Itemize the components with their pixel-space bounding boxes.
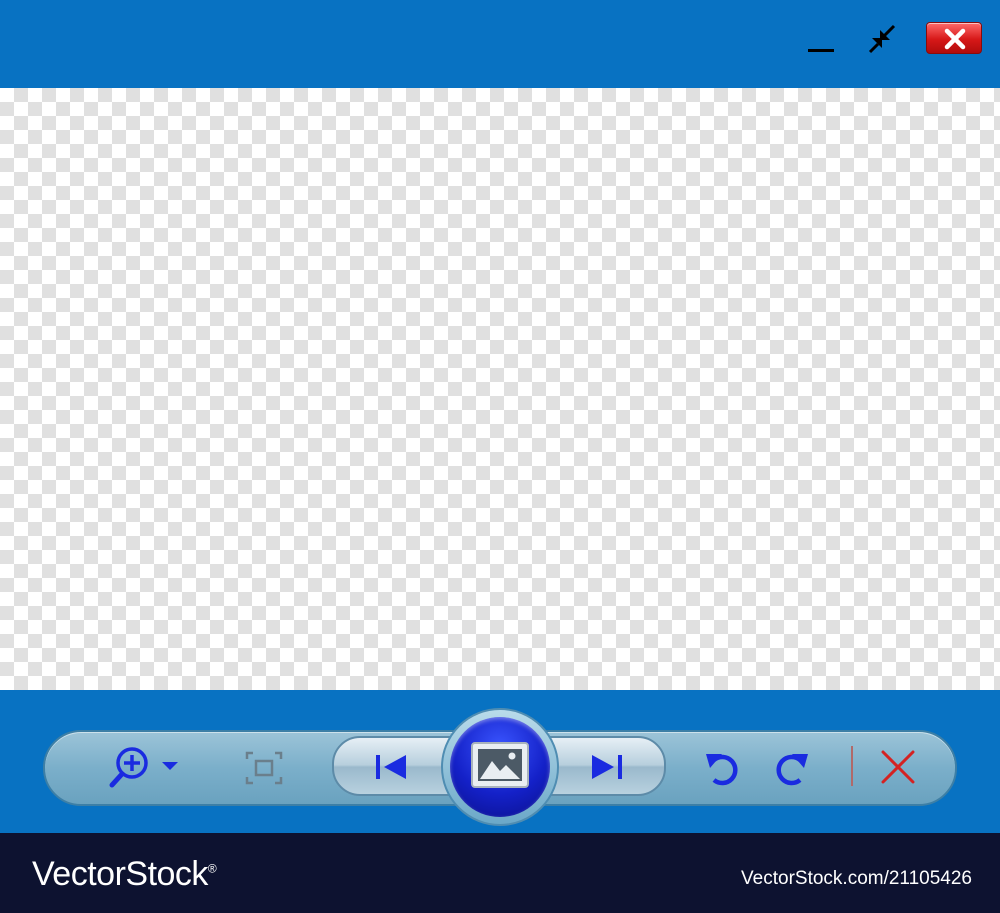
fit-to-window-button[interactable] xyxy=(244,750,284,786)
rotate-left-button[interactable] xyxy=(704,746,744,788)
minimize-button[interactable] xyxy=(804,32,838,56)
close-icon xyxy=(944,28,966,50)
brand-name: VectorStock xyxy=(32,855,208,893)
delete-x-icon xyxy=(881,750,915,784)
image-id-text: VectorStock.com/21105426 xyxy=(741,868,972,889)
delete-button[interactable] xyxy=(878,748,918,786)
fit-frame-icon xyxy=(245,751,283,785)
toolbar-divider xyxy=(851,746,853,786)
image-canvas[interactable] xyxy=(0,88,1000,690)
skip-previous-icon xyxy=(376,755,406,779)
rotate-right-button[interactable] xyxy=(770,746,810,788)
rotate-clockwise-icon xyxy=(776,754,808,786)
restore-button[interactable] xyxy=(862,22,902,56)
slideshow-button[interactable] xyxy=(450,717,550,817)
zoom-in-button[interactable] xyxy=(108,745,186,791)
chevron-down-icon xyxy=(162,762,178,770)
image-viewer-window xyxy=(0,0,1000,833)
viewer-toolbar xyxy=(0,690,1000,833)
close-window-button[interactable] xyxy=(926,22,982,54)
zoom-in-icon xyxy=(109,747,178,788)
restore-arrows-icon xyxy=(868,24,896,54)
image-icon xyxy=(471,742,529,788)
title-bar xyxy=(0,0,1000,88)
watermark-footer: VectorStock® VectorStock.com/21105426 xyxy=(0,833,1000,913)
registered-mark: ® xyxy=(207,861,217,876)
rotate-counterclockwise-icon xyxy=(706,754,738,786)
skip-next-icon xyxy=(592,755,622,779)
vectorstock-logo: VectorStock® xyxy=(32,855,217,894)
